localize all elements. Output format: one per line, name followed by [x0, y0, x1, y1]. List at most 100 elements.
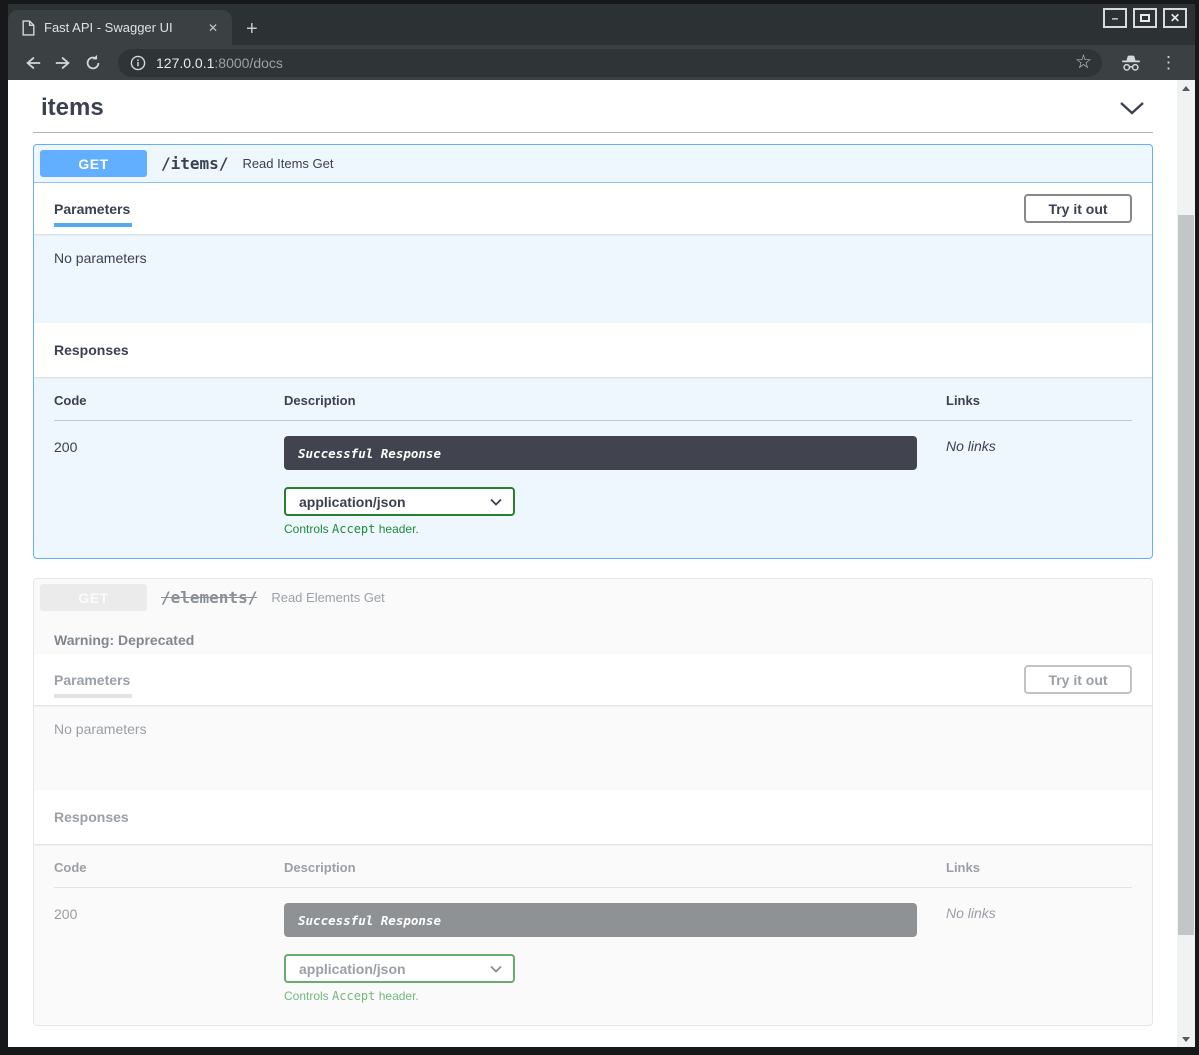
column-links: Links: [946, 860, 1132, 875]
parameters-body: No parameters: [34, 705, 1152, 790]
url-path: :8000/docs: [214, 55, 283, 71]
address-bar[interactable]: 127.0.0.1:8000/docs ☆: [118, 49, 1102, 77]
media-type-select[interactable]: application/json: [284, 954, 515, 983]
reload-button[interactable]: [80, 50, 106, 76]
responses-header: Responses: [34, 790, 1152, 844]
column-code: Code: [54, 860, 284, 875]
media-type-value: application/json: [299, 494, 406, 510]
responses-table-header: Code Description Links: [54, 393, 1132, 421]
response-code: 200: [54, 436, 284, 536]
maximize-button[interactable]: [1133, 8, 1157, 28]
response-description-box: Successful Response: [284, 903, 917, 937]
responses-table: Code Description Links 200 Successful Re…: [34, 377, 1152, 558]
try-it-out-button[interactable]: Try it out: [1024, 194, 1132, 223]
tab-parameters[interactable]: Parameters: [54, 183, 130, 234]
accept-note-prefix: Controls: [284, 522, 332, 536]
no-parameters-text: No parameters: [54, 250, 147, 266]
deprecated-warning: Warning: Deprecated: [34, 616, 1152, 654]
section-divider: [33, 132, 1153, 133]
back-button[interactable]: [20, 50, 46, 76]
parameters-label: Parameters: [54, 201, 130, 217]
responses-table: Code Description Links 200 Successful Re…: [34, 844, 1152, 1025]
accept-note-code: Accept: [332, 522, 375, 536]
column-description: Description: [284, 393, 946, 408]
minimize-button[interactable]: –: [1103, 8, 1127, 28]
method-badge: GET: [40, 584, 147, 611]
response-description-cell: Successful Response application/json Con…: [284, 903, 946, 1003]
browser-toolbar: 127.0.0.1:8000/docs ☆ ⋮: [8, 45, 1195, 80]
tag-section-items[interactable]: items: [33, 88, 1153, 122]
parameters-label: Parameters: [54, 672, 130, 688]
scrollbar-up-arrow[interactable]: [1177, 80, 1195, 96]
endpoint-summary[interactable]: GET /elements/ Read Elements Get: [34, 579, 1152, 616]
endpoint-summary-text: Read Items Get: [242, 156, 333, 171]
response-description-cell: Successful Response application/json Con…: [284, 436, 946, 536]
endpoint-get-items: GET /items/ Read Items Get Parameters Tr…: [33, 144, 1153, 559]
endpoint-summary-text: Read Elements Get: [271, 590, 384, 605]
scrollbar-down-arrow[interactable]: [1177, 1031, 1195, 1047]
parameters-body: No parameters: [34, 234, 1152, 323]
chevron-down-icon: [490, 965, 502, 973]
response-links: No links: [946, 903, 1132, 1003]
page-document-icon: [22, 20, 35, 36]
active-tab-indicator: [54, 223, 132, 227]
column-description: Description: [284, 860, 946, 875]
close-button[interactable]: ✕: [1163, 8, 1187, 28]
page-viewport: items GET /items/ Read Items Get Paramet…: [8, 80, 1195, 1047]
responses-title: Responses: [54, 809, 129, 825]
tab-close-icon[interactable]: ✕: [204, 19, 222, 37]
accept-note-suffix: header.: [375, 989, 418, 1003]
accept-note-prefix: Controls: [284, 989, 332, 1003]
chevron-down-icon: [490, 498, 502, 506]
browser-tab[interactable]: Fast API - Swagger UI ✕: [8, 10, 232, 45]
endpoint-path: /elements/: [161, 588, 257, 607]
bookmark-star-icon[interactable]: ☆: [1075, 53, 1092, 72]
window-controls: – ✕: [1103, 8, 1187, 28]
collapse-chevron-icon[interactable]: [1119, 101, 1145, 115]
tab-title: Fast API - Swagger UI: [44, 20, 195, 35]
endpoint-path: /items/: [161, 154, 228, 173]
url-text[interactable]: 127.0.0.1:8000/docs: [156, 55, 1065, 71]
browser-titlebar: Fast API - Swagger UI ✕ + – ✕: [8, 4, 1195, 45]
response-description-text: Successful Response: [298, 913, 441, 928]
response-row-200: 200 Successful Response application/json: [54, 421, 1132, 536]
incognito-icon: [1114, 54, 1148, 72]
accept-note-suffix: header.: [375, 522, 418, 536]
try-it-out-button[interactable]: Try it out: [1024, 665, 1132, 694]
browser-window: Fast API - Swagger UI ✕ + – ✕ 127.0.0.1:…: [0, 0, 1199, 1055]
column-code: Code: [54, 393, 284, 408]
section-title: items: [41, 94, 104, 122]
forward-button[interactable]: [50, 50, 76, 76]
scrollbar-thumb[interactable]: [1178, 215, 1194, 935]
responses-title: Responses: [54, 342, 129, 358]
media-type-select[interactable]: application/json: [284, 487, 515, 516]
responses-table-header: Code Description Links: [54, 860, 1132, 888]
endpoint-summary[interactable]: GET /items/ Read Items Get: [34, 145, 1152, 183]
response-links: No links: [946, 436, 1132, 536]
url-host: 127.0.0.1: [156, 55, 214, 71]
response-code: 200: [54, 903, 284, 1003]
endpoint-get-elements-deprecated: GET /elements/ Read Elements Get Warning…: [33, 578, 1153, 1026]
maximize-icon: [1140, 14, 1150, 22]
method-badge: GET: [40, 150, 147, 177]
parameters-header: Parameters Try it out: [34, 183, 1152, 234]
response-row-200: 200 Successful Response application/json: [54, 888, 1132, 1003]
accept-note-code: Accept: [332, 989, 375, 1003]
tab-parameters[interactable]: Parameters: [54, 654, 130, 705]
response-description-text: Successful Response: [298, 446, 441, 461]
page-scrollbar[interactable]: [1177, 80, 1195, 1047]
column-links: Links: [946, 393, 1132, 408]
response-description-box: Successful Response: [284, 436, 917, 470]
responses-header: Responses: [34, 323, 1152, 377]
site-info-icon[interactable]: [130, 55, 146, 71]
browser-menu-icon[interactable]: ⋮: [1152, 53, 1185, 73]
accept-header-note: Controls Accept header.: [284, 989, 946, 1003]
no-parameters-text: No parameters: [54, 721, 147, 737]
triangle-up-icon: [1182, 86, 1190, 91]
swagger-page: items GET /items/ Read Items Get Paramet…: [8, 80, 1177, 1026]
accept-header-note: Controls Accept header.: [284, 522, 946, 536]
parameters-header: Parameters Try it out: [34, 654, 1152, 705]
active-tab-indicator: [54, 694, 132, 698]
new-tab-button[interactable]: +: [246, 19, 258, 39]
media-type-value: application/json: [299, 961, 406, 977]
